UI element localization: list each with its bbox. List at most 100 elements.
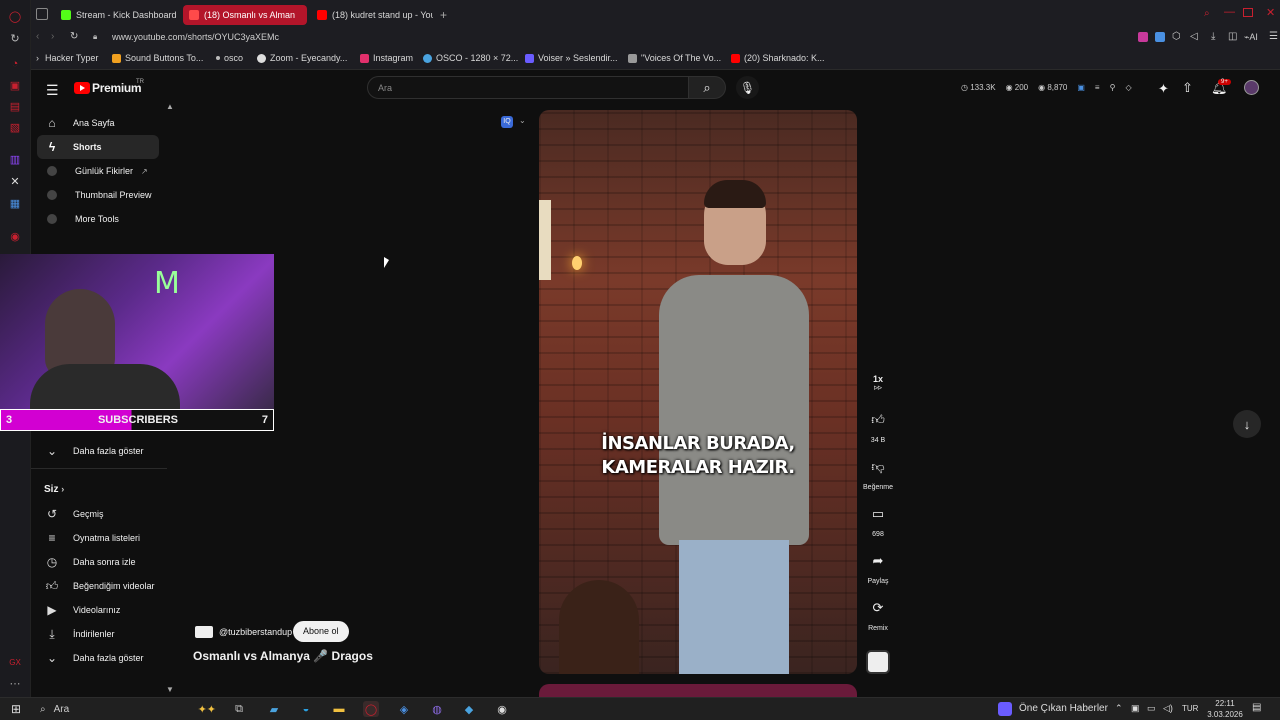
share-button[interactable]: ➦ Paylaş [862, 547, 894, 585]
messenger-icon[interactable]: ▤ [8, 99, 22, 113]
language-indicator[interactable]: TUR [1182, 704, 1198, 713]
volume-icon[interactable]: ◁) [1163, 703, 1173, 714]
minimize-button[interactable]: — [1224, 6, 1235, 18]
extension-icon[interactable] [1138, 32, 1148, 42]
youtube-logo-icon[interactable] [74, 82, 90, 94]
upload-icon[interactable]: ⇧ [1182, 80, 1193, 96]
steam-icon[interactable]: ◆ [461, 701, 477, 717]
bookmark-item[interactable]: (20) Sharknado: K... [731, 53, 825, 63]
comments-button[interactable]: ▭ 698 [862, 500, 894, 538]
premium-logo-text[interactable]: Premium [92, 81, 142, 95]
collapse-arrow-icon[interactable]: ▲ [166, 102, 174, 111]
tab-overview-icon[interactable] [36, 8, 48, 20]
camera-icon[interactable]: ◫ [1228, 31, 1237, 42]
sidebar-item-home[interactable]: ⌂ Ana Sayfa [37, 111, 159, 135]
short-title[interactable]: Osmanlı vs Almanya 🎤 Dragos [193, 649, 533, 663]
back-icon[interactable]: ‹ [36, 31, 39, 42]
sidebar-item-shorts[interactable]: ϟ Shorts [37, 135, 159, 159]
clock[interactable]: 22:11 3.03.2026 [1205, 698, 1245, 720]
bookmark-item[interactable]: osco [216, 53, 243, 63]
sidebar-item-more-tools[interactable]: More Tools [37, 207, 159, 231]
file-explorer-icon[interactable]: ▬ [331, 701, 347, 717]
search-button[interactable]: ⌕ [688, 76, 726, 99]
short-video-player[interactable]: İNSANLAR BURADA, KAMERALAR HAZIR. [539, 110, 857, 674]
player-icon[interactable]: ◉ [8, 229, 22, 243]
search-tabs-icon[interactable]: ⌕ [1204, 8, 1210, 19]
tray-app-icon[interactable]: ▣ [1131, 703, 1140, 714]
sidebar-item-watch-later[interactable]: ◷ Daha sonra izle [37, 550, 159, 574]
maximize-button[interactable] [1243, 8, 1253, 17]
sidebar-item-thumbnail-preview[interactable]: Thumbnail Preview [37, 183, 159, 207]
tiktok-icon[interactable]: ▧ [8, 120, 22, 134]
tray-expand-icon[interactable]: ⌃ [1115, 703, 1123, 714]
bookmark-item[interactable]: "Voices Of The Vo... [628, 53, 721, 63]
x-icon[interactable]: ✕ [8, 174, 22, 188]
wallet-icon[interactable]: ▣ [8, 78, 22, 92]
voice-search-button[interactable]: 🎙︎ [736, 76, 759, 99]
show-more-button[interactable]: ⌄ Daha fazla göster [37, 439, 159, 463]
share-icon[interactable]: ◁ [1190, 31, 1198, 42]
avatar[interactable] [1244, 80, 1259, 95]
bookmark-item[interactable]: Instagram [360, 53, 413, 63]
gx-icon[interactable]: GX [8, 655, 22, 669]
subscribe-button[interactable]: Abone ol [293, 621, 349, 642]
like-button[interactable]: 👍︎ 34 B [862, 406, 894, 444]
remix-button[interactable]: ⟳ Remix [862, 594, 894, 632]
speed-button[interactable]: 1x ▷▷ [862, 370, 894, 401]
opera-gx-icon[interactable]: ◯ [363, 701, 379, 717]
more-icon[interactable]: ⋯ [8, 676, 22, 690]
tab-kudret[interactable]: (18) kudret stand up - You [311, 5, 433, 25]
ext-icon[interactable]: ▣ [1077, 83, 1085, 92]
app-icon[interactable]: ▰ [266, 701, 282, 717]
notification-center-icon[interactable]: ▤ [1252, 702, 1261, 713]
sidebar-item-playlists[interactable]: ≡ Oynatma listeleri [37, 526, 159, 550]
news-icon[interactable] [998, 702, 1012, 716]
channel-avatar[interactable] [195, 626, 213, 638]
search-input[interactable]: Ara [367, 76, 689, 99]
obs-icon[interactable]: ◉ [494, 701, 510, 717]
app-icon[interactable]: ▦ [8, 196, 22, 210]
url-field[interactable]: www.youtube.com/shorts/OYUC3yaXEMc [112, 32, 279, 42]
opera-logo-icon[interactable]: ◯ [8, 9, 22, 23]
sidebar-item-your-videos[interactable]: ▶ Videolarınız [37, 598, 159, 622]
sound-thumbnail[interactable] [866, 650, 890, 674]
next-short-preview[interactable] [539, 684, 857, 697]
tag-icon[interactable]: ◇ [1125, 83, 1131, 92]
windows-start-icon[interactable]: ⊞ [8, 701, 24, 717]
puzzle-icon[interactable]: ⬡ [1172, 31, 1181, 42]
hamburger-menu-icon[interactable]: ☰ [46, 82, 59, 99]
forward-icon[interactable]: › [51, 31, 54, 42]
create-icon[interactable]: ✦ [1158, 81, 1169, 97]
expand-arrow-icon[interactable]: ▼ [166, 685, 174, 694]
download-icon[interactable]: ⤓ [1211, 31, 1215, 42]
aria-ai-icon[interactable]: ⌁AI [1244, 32, 1258, 43]
task-view-icon[interactable]: ⧉ [231, 701, 247, 717]
tab-active-osmanli[interactable]: (18) Osmanlı vs Alman [183, 5, 307, 25]
bookmark-item[interactable]: › Hacker Typer [36, 53, 98, 63]
sidebar-item-downloads[interactable]: ⤓ İndirilenler [37, 622, 159, 646]
bookmark-item[interactable]: OSCO - 1280 × 72... [423, 53, 518, 63]
new-tab-button[interactable]: + [440, 8, 447, 22]
bookmark-item[interactable]: Voiser » Seslendir... [525, 53, 618, 63]
list-icon[interactable]: ≡ [1095, 83, 1100, 92]
sidebar-item-liked-videos[interactable]: 👍︎ Beğendiğim videolar [37, 574, 159, 598]
next-short-button[interactable]: ↓ [1233, 410, 1261, 438]
network-icon[interactable]: ▭ [1147, 703, 1156, 714]
taskbar-search[interactable]: ⌕ Ara ✦✦ [32, 698, 222, 720]
app-icon[interactable]: ◈ [396, 701, 412, 717]
channel-name[interactable]: @tuzbiberstandup [219, 627, 292, 637]
ext-dropdown-icon[interactable]: ⌄ [519, 116, 526, 125]
show-more-button[interactable]: ⌄ Daha fazla göster [37, 646, 159, 670]
reload-icon[interactable]: ↻ [70, 31, 78, 42]
history-rail-icon[interactable]: ◔ [8, 57, 22, 71]
menu-icon[interactable]: ☰ [1269, 31, 1278, 42]
news-label[interactable]: Öne Çıkan Haberler [1019, 703, 1108, 714]
dislike-button[interactable]: 👎︎ Beğenme [862, 453, 894, 491]
sidebar-item-gunluk-fikirler[interactable]: Günlük Fikirler ↗ [37, 159, 159, 183]
app-icon[interactable]: ◍ [429, 701, 445, 717]
ribbon-icon[interactable]: ⚲ [1110, 83, 1116, 92]
close-window-button[interactable]: ✕ [1266, 6, 1275, 19]
twitch-icon[interactable]: ▥ [8, 152, 22, 166]
refresh-icon[interactable]: ↻ [8, 31, 22, 45]
you-section-header[interactable]: Siz › [44, 484, 64, 495]
